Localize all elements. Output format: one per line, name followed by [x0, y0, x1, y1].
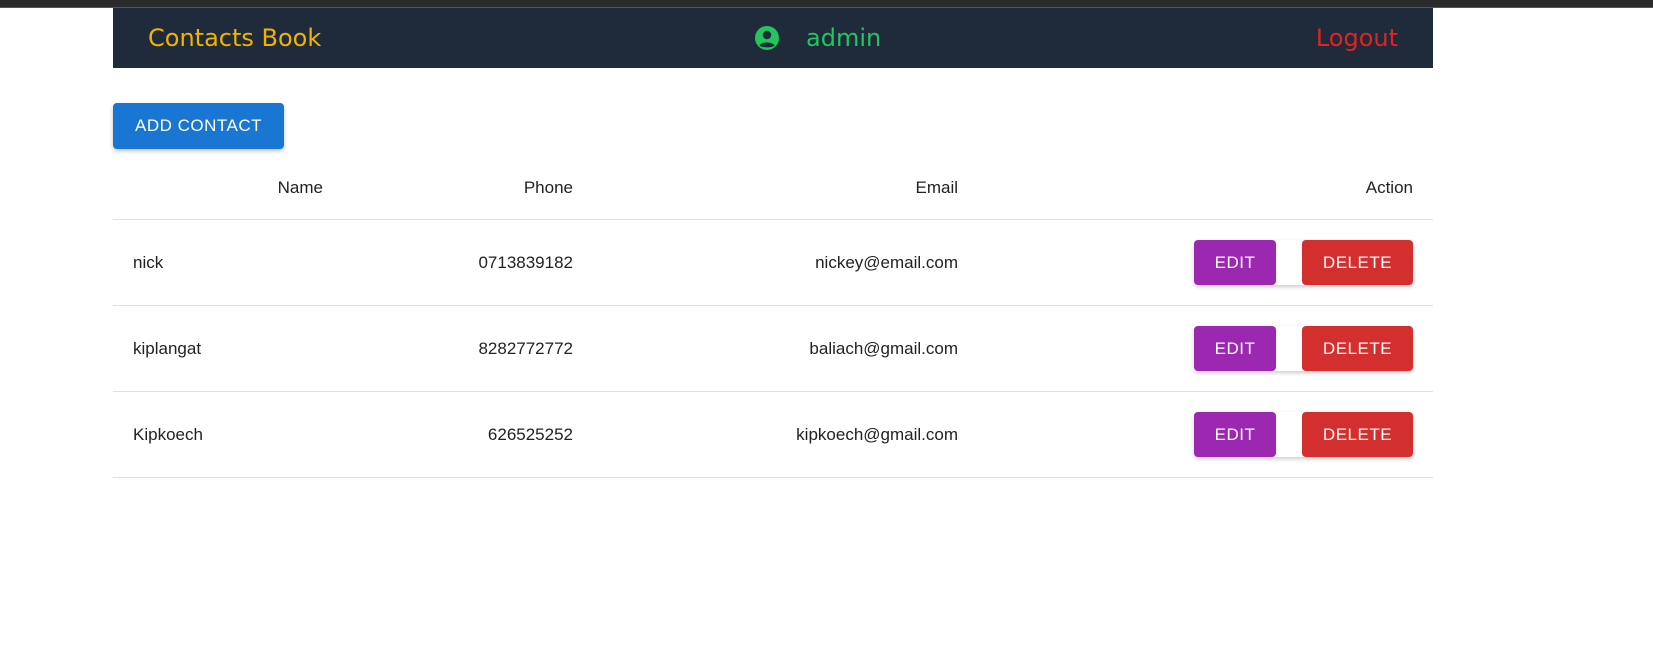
navbar: Contacts Book admin Logout — [113, 8, 1433, 68]
brand-title[interactable]: Contacts Book — [148, 8, 321, 68]
contact-name: nick — [113, 219, 323, 306]
contact-email: kipkoech@gmail.com — [573, 391, 958, 478]
user-info: admin — [754, 8, 881, 68]
contact-name: Kipkoech — [113, 391, 323, 478]
add-contact-button[interactable]: ADD CONTACT — [113, 103, 284, 149]
column-header-name: Name — [113, 157, 323, 220]
contacts-table: Name Phone Email Action nick 0713839182 … — [113, 157, 1433, 478]
button-spacer — [1276, 240, 1302, 285]
delete-button[interactable]: DELETE — [1302, 326, 1413, 371]
contact-phone: 8282772772 — [323, 305, 573, 392]
logout-link[interactable]: Logout — [1316, 8, 1398, 68]
contact-actions: EDIT DELETE — [958, 305, 1433, 392]
edit-button[interactable]: EDIT — [1194, 412, 1276, 457]
contact-name: kiplangat — [113, 305, 323, 392]
contact-actions: EDIT DELETE — [958, 219, 1433, 306]
contact-actions: EDIT DELETE — [958, 391, 1433, 478]
delete-button[interactable]: DELETE — [1302, 412, 1413, 457]
button-spacer — [1276, 412, 1302, 457]
column-header-action: Action — [958, 157, 1433, 220]
table-header-row: Name Phone Email Action — [113, 157, 1433, 220]
contact-email: nickey@email.com — [573, 219, 958, 306]
delete-button[interactable]: DELETE — [1302, 240, 1413, 285]
edit-button[interactable]: EDIT — [1194, 240, 1276, 285]
action-button-group: EDIT DELETE — [1194, 240, 1413, 285]
button-spacer — [1276, 326, 1302, 371]
table-row: Kipkoech 626525252 kipkoech@gmail.com ED… — [113, 391, 1433, 478]
browser-top-strip — [0, 0, 1653, 8]
contact-email: baliach@gmail.com — [573, 305, 958, 392]
column-header-phone: Phone — [323, 157, 573, 220]
action-button-group: EDIT DELETE — [1194, 412, 1413, 457]
account-circle-icon — [754, 25, 780, 51]
column-header-email: Email — [573, 157, 958, 220]
action-button-group: EDIT DELETE — [1194, 326, 1413, 371]
contact-phone: 626525252 — [323, 391, 573, 478]
table-row: nick 0713839182 nickey@email.com EDIT DE… — [113, 219, 1433, 306]
edit-button[interactable]: EDIT — [1194, 326, 1276, 371]
table-row: kiplangat 8282772772 baliach@gmail.com E… — [113, 305, 1433, 392]
contact-phone: 0713839182 — [323, 219, 573, 306]
username-label: admin — [806, 24, 882, 52]
